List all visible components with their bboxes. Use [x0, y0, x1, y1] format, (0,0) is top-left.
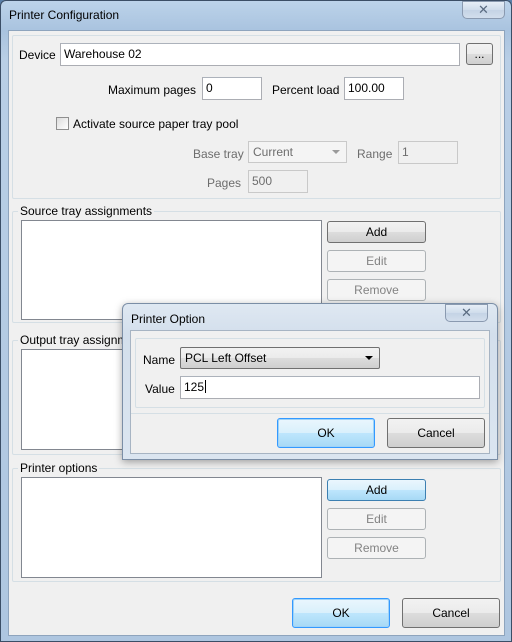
- close-icon: ✕: [461, 305, 472, 320]
- percent-load-field[interactable]: 100.00: [344, 77, 404, 100]
- device-field[interactable]: Warehouse 02: [60, 43, 460, 66]
- dialog-title: Printer Option: [131, 312, 206, 326]
- chevron-down-icon: [365, 356, 373, 360]
- window-close-button[interactable]: ✕: [462, 1, 505, 19]
- base-tray-label: Base tray: [193, 147, 244, 161]
- dialog-ok-button[interactable]: OK: [277, 418, 375, 448]
- output-tray-group-label: Output tray assignm: [18, 333, 130, 347]
- text-cursor: [205, 380, 207, 393]
- percent-load-label: Percent load: [272, 83, 340, 97]
- value-label: Value: [145, 382, 175, 396]
- value-field[interactable]: 125: [180, 376, 480, 399]
- pages-field[interactable]: 500: [248, 170, 308, 193]
- main-cancel-button[interactable]: Cancel: [402, 598, 500, 628]
- main-ok-button[interactable]: OK: [292, 598, 390, 628]
- range-field[interactable]: 1: [398, 141, 458, 164]
- max-pages-field[interactable]: 0: [202, 77, 262, 100]
- printer-options-list[interactable]: [21, 477, 322, 578]
- printer-options-edit-button[interactable]: Edit: [327, 508, 426, 530]
- device-browse-button[interactable]: ...: [466, 43, 493, 65]
- max-pages-label: Maximum pages: [108, 83, 197, 97]
- dialog-client-area: Name PCL Left Offset Value 125 OK Cancel: [130, 330, 490, 454]
- activate-pool-checkbox[interactable]: [56, 117, 69, 130]
- printer-options-add-button[interactable]: Add: [327, 479, 426, 501]
- close-icon: ✕: [478, 2, 489, 17]
- device-label: Device: [19, 48, 56, 62]
- source-tray-group-label: Source tray assignments: [18, 204, 155, 218]
- name-label: Name: [143, 353, 176, 367]
- range-label: Range: [357, 147, 393, 161]
- source-tray-add-button[interactable]: Add: [327, 221, 426, 243]
- source-tray-remove-button[interactable]: Remove: [327, 279, 426, 301]
- dialog-divider: [131, 413, 489, 414]
- window-title: Printer Configuration: [9, 8, 120, 22]
- chevron-down-icon: [332, 150, 340, 154]
- dialog-close-button[interactable]: ✕: [445, 304, 488, 322]
- pages-label: Pages: [207, 176, 242, 190]
- printer-option-dialog: Printer Option ✕ Name PCL Left Offset Va…: [122, 303, 498, 460]
- printer-options-group-label: Printer options: [18, 461, 100, 475]
- source-tray-edit-button[interactable]: Edit: [327, 250, 426, 272]
- name-value: PCL Left Offset: [185, 351, 267, 365]
- base-tray-value: Current: [253, 145, 294, 159]
- name-select[interactable]: PCL Left Offset: [180, 347, 380, 369]
- activate-pool-label: Activate source paper tray pool: [73, 117, 239, 131]
- dialog-cancel-button[interactable]: Cancel: [387, 418, 485, 448]
- printer-options-remove-button[interactable]: Remove: [327, 537, 426, 559]
- base-tray-select[interactable]: Current: [248, 141, 347, 163]
- value-text: 125: [184, 380, 205, 394]
